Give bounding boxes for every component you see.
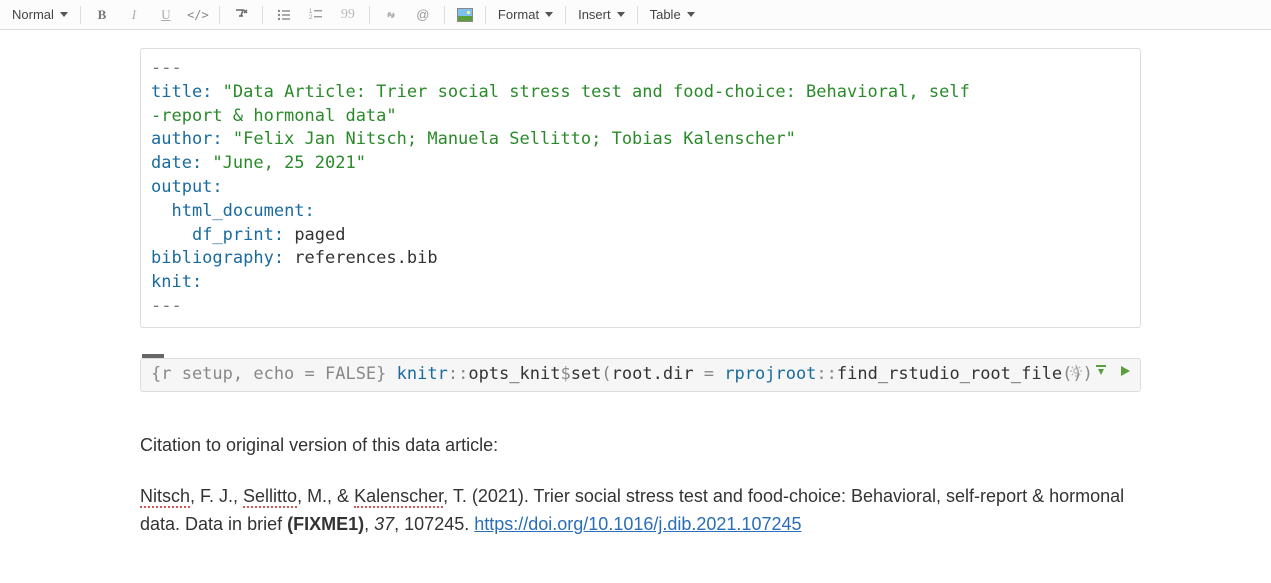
format-menu-label: Format <box>498 7 539 22</box>
link-icon <box>382 6 400 24</box>
chevron-down-icon <box>545 12 553 17</box>
mention-button[interactable]: @ <box>408 3 438 27</box>
toolbar-separator <box>637 6 638 24</box>
yaml-title-val-2: -report & hormonal data" <box>151 106 397 126</box>
italic-icon: I <box>125 6 143 24</box>
cite-seg-2: , M., & <box>297 486 354 506</box>
toolbar-separator <box>485 6 486 24</box>
fixme-marker: (FIXME1) <box>287 514 364 534</box>
chunk-arg: root.dir <box>612 364 704 384</box>
cite-seg-4: , <box>364 514 374 534</box>
chunk-ns-rprojroot: rprojroot <box>724 364 816 384</box>
paragraph-style-dropdown[interactable]: Normal <box>6 3 74 27</box>
chevron-down-icon <box>687 12 695 17</box>
chunk-op: :: <box>448 364 468 384</box>
yaml-biblio-val: references.bib <box>284 248 438 268</box>
toolbar-separator <box>262 6 263 24</box>
chunk-eq: = <box>704 364 714 384</box>
yaml-date-key: date: <box>151 153 202 173</box>
run-above-icon <box>1094 364 1108 378</box>
chunk-dollar: $ <box>560 364 570 384</box>
insert-menu[interactable]: Insert <box>572 3 631 27</box>
toolbar-separator <box>80 6 81 24</box>
editor-toolbar: Normal B I U </> 12 99 @ Format Insert <box>0 0 1271 30</box>
chevron-down-icon <box>617 12 625 17</box>
clear-format-button[interactable] <box>226 3 256 27</box>
underline-icon: U <box>157 6 175 24</box>
bold-icon: B <box>93 6 111 24</box>
yaml-dfprint-val: paged <box>284 225 345 245</box>
gear-icon <box>1068 363 1084 379</box>
yaml-dfprint-key: df_print: <box>151 225 284 245</box>
clear-format-icon <box>232 6 250 24</box>
quote-icon: 99 <box>339 6 357 24</box>
svg-text:2: 2 <box>309 15 313 21</box>
yaml-title-val-1: "Data Article: Trier social stress test … <box>212 82 969 102</box>
chunk-controls <box>1068 363 1132 379</box>
yaml-frontmatter-block[interactable]: --- title: "Data Article: Trier social s… <box>140 48 1141 328</box>
yaml-htmldoc-key: html_document: <box>151 201 315 221</box>
yaml-author-key: author: <box>151 129 223 149</box>
author-surname-2: Sellitto <box>243 486 297 508</box>
paragraph-style-label: Normal <box>12 7 54 22</box>
chunk-fn2: find_rstudio_root_file <box>837 364 1062 384</box>
prose-body[interactable]: Citation to original version of this dat… <box>140 432 1141 540</box>
run-above-button[interactable] <box>1094 364 1108 378</box>
yaml-knit-key: knit: <box>151 272 202 292</box>
chunk-header: {r setup, echo = FALSE} <box>151 364 386 384</box>
yaml-dash-close: --- <box>151 296 182 316</box>
chunk-options-button[interactable] <box>1068 363 1084 379</box>
underline-button[interactable]: U <box>151 3 181 27</box>
doi-link[interactable]: https://doi.org/10.1016/j.dib.2021.10724… <box>474 514 801 534</box>
chunk-set: set <box>571 364 602 384</box>
italic-button[interactable]: I <box>119 3 149 27</box>
chunk-op2: :: <box>816 364 836 384</box>
yaml-title-key: title: <box>151 82 212 102</box>
citation-text: Nitsch, F. J., Sellitto, M., & Kalensche… <box>140 483 1141 539</box>
image-icon <box>457 8 473 22</box>
run-chunk-button[interactable] <box>1118 364 1132 378</box>
cite-seg-1: , F. J., <box>190 486 243 506</box>
yaml-output-key: output: <box>151 177 223 197</box>
at-icon: @ <box>414 6 432 24</box>
yaml-date-val: "June, 25 2021" <box>202 153 366 173</box>
blockquote-button[interactable]: 99 <box>333 3 363 27</box>
code-chunk-wrapper: {r setup, echo = FALSE} knitr::opts_knit… <box>140 354 1141 392</box>
chevron-down-icon <box>60 12 68 17</box>
bold-button[interactable]: B <box>87 3 117 27</box>
play-icon <box>1118 364 1132 378</box>
code-icon: </> <box>189 6 207 24</box>
code-button[interactable]: </> <box>183 3 213 27</box>
image-button[interactable] <box>451 3 479 27</box>
cite-seg-5: , 107245. <box>394 514 474 534</box>
author-surname-3: Kalenscher <box>354 486 443 508</box>
chunk-sp <box>714 364 724 384</box>
chunk-optsknit: opts_knit <box>468 364 560 384</box>
author-surname-1: Nitsch <box>140 486 190 508</box>
citation-intro: Citation to original version of this dat… <box>140 432 1141 460</box>
toolbar-separator <box>444 6 445 24</box>
toolbar-separator <box>219 6 220 24</box>
chunk-paren-open: ( <box>601 364 611 384</box>
toolbar-separator <box>369 6 370 24</box>
chunk-ns-knitr: knitr <box>397 364 448 384</box>
r-code-chunk[interactable]: {r setup, echo = FALSE} knitr::opts_knit… <box>140 358 1141 392</box>
yaml-biblio-key: bibliography: <box>151 248 284 268</box>
format-menu[interactable]: Format <box>492 3 559 27</box>
editor-content[interactable]: --- title: "Data Article: Trier social s… <box>0 30 1271 583</box>
table-menu-label: Table <box>650 7 681 22</box>
insert-menu-label: Insert <box>578 7 611 22</box>
toolbar-separator <box>565 6 566 24</box>
citation-volume: 37 <box>374 514 394 534</box>
table-menu[interactable]: Table <box>644 3 701 27</box>
numbered-list-icon: 12 <box>307 6 325 24</box>
link-button[interactable] <box>376 3 406 27</box>
yaml-author-val: "Felix Jan Nitsch; Manuela Sellitto; Tob… <box>223 129 796 149</box>
bullet-list-icon <box>275 6 293 24</box>
numbered-list-button[interactable]: 12 <box>301 3 331 27</box>
yaml-dash-open: --- <box>151 58 182 78</box>
bullet-list-button[interactable] <box>269 3 299 27</box>
